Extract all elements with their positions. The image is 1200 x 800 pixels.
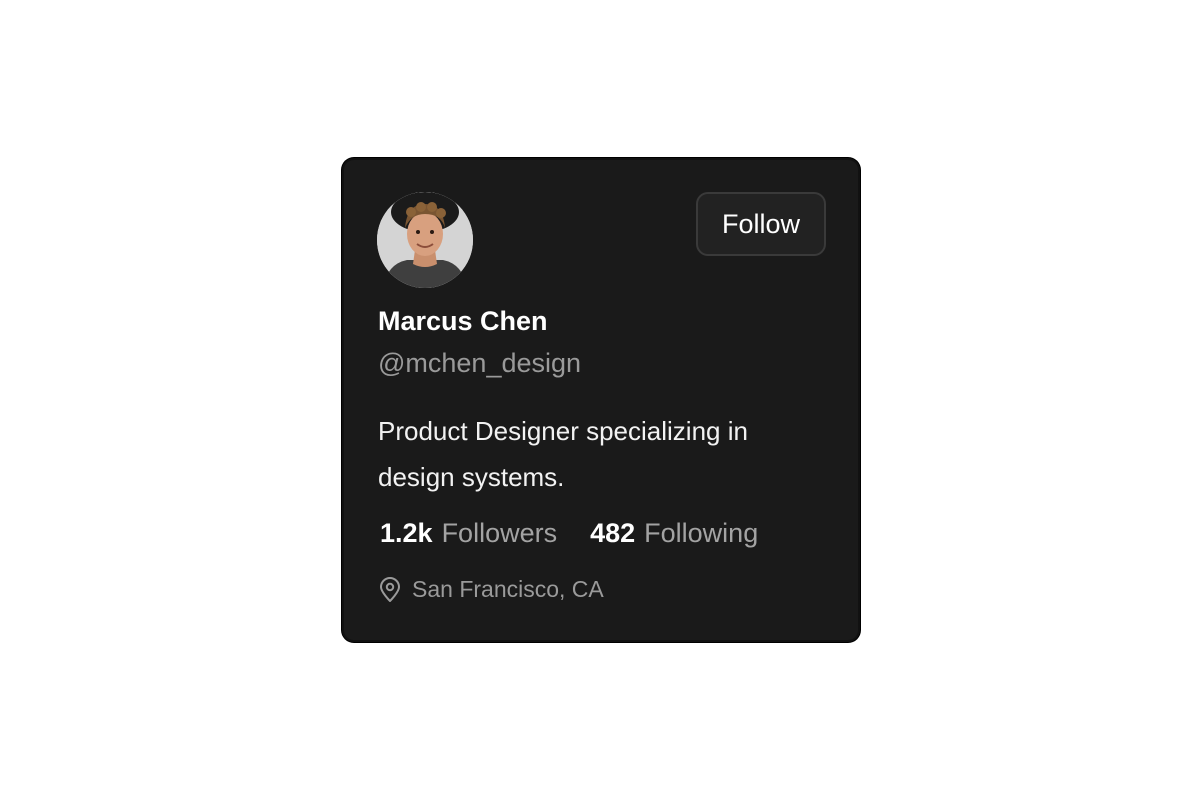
profile-bio: Product Designer specializing in design … xyxy=(378,416,748,492)
profile-location: San Francisco, CA xyxy=(378,576,604,603)
profile-name: Marcus Chen xyxy=(378,306,548,336)
following-label: Following xyxy=(644,518,759,548)
avatar-photo xyxy=(377,192,473,288)
followers-stat[interactable]: 1.2k Followers xyxy=(380,518,557,549)
followers-label: Followers xyxy=(441,518,558,548)
location-text: San Francisco, CA xyxy=(412,576,604,602)
follow-button[interactable]: Follow xyxy=(696,192,826,256)
followers-count: 1.2k xyxy=(380,518,433,548)
avatar[interactable] xyxy=(377,192,473,288)
following-stat[interactable]: 482 Following xyxy=(590,518,758,549)
following-count: 482 xyxy=(590,518,636,548)
map-pin-icon xyxy=(378,576,402,603)
profile-stats: 1.2k Followers 482 Following xyxy=(380,518,758,549)
profile-card: Follow Marcus Chen @mchen_design Product… xyxy=(342,158,860,642)
profile-handle[interactable]: @mchen_design xyxy=(378,348,581,379)
